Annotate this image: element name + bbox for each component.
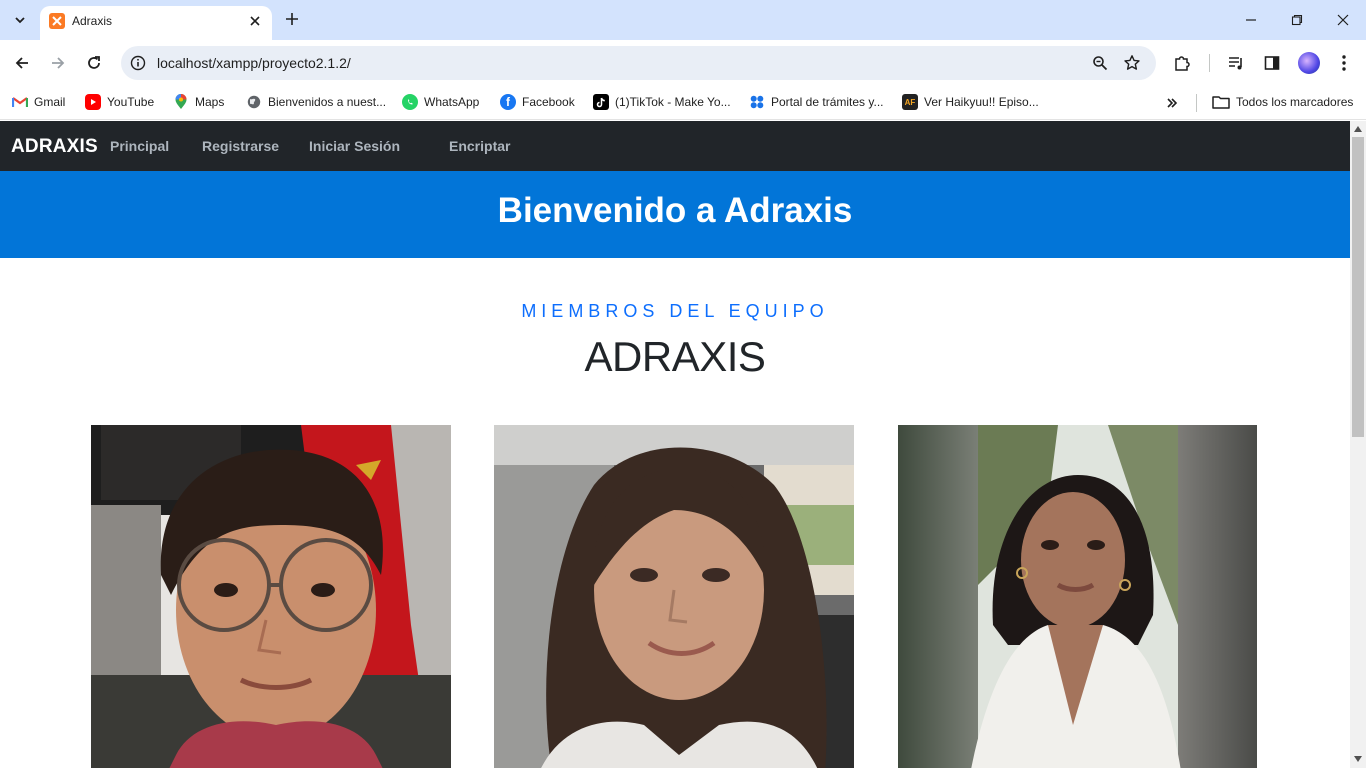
maps-icon bbox=[173, 94, 189, 110]
close-icon bbox=[1337, 14, 1349, 26]
bookmark-label: Ver Haikyuu!! Episo... bbox=[924, 95, 1039, 109]
media-controls-button[interactable] bbox=[1225, 52, 1247, 74]
whatsapp-icon bbox=[402, 94, 418, 110]
extensions-button[interactable] bbox=[1171, 52, 1193, 74]
back-button[interactable] bbox=[10, 51, 34, 75]
triangle-down-icon bbox=[1354, 756, 1362, 762]
side-panel-icon bbox=[1264, 56, 1280, 70]
info-icon bbox=[130, 55, 146, 71]
close-icon bbox=[250, 16, 260, 26]
team-member-photo-1 bbox=[91, 425, 451, 768]
bookmark-label: WhatsApp bbox=[424, 95, 480, 109]
toolbar-separator bbox=[1209, 54, 1210, 72]
tab-search-button[interactable] bbox=[8, 8, 32, 32]
animeflv-icon: AF bbox=[902, 94, 918, 110]
minimize-button[interactable] bbox=[1241, 10, 1261, 30]
folder-icon bbox=[1212, 94, 1230, 110]
double-chevron-right-icon bbox=[1167, 98, 1178, 108]
bookmarks-overflow-button[interactable] bbox=[1163, 94, 1181, 112]
reload-button[interactable] bbox=[82, 51, 106, 75]
music-queue-icon bbox=[1229, 57, 1242, 70]
forward-button[interactable] bbox=[46, 51, 70, 75]
arrow-right-icon bbox=[52, 57, 65, 69]
tab-close-button[interactable] bbox=[246, 12, 264, 30]
bookmark-facebook[interactable]: f Facebook bbox=[500, 92, 575, 112]
all-bookmarks-label: Todos los marcadores bbox=[1236, 95, 1354, 109]
more-vert-icon bbox=[1342, 55, 1346, 71]
nav-link-encriptar[interactable]: Encriptar bbox=[449, 138, 510, 154]
hero-banner: Bienvenido a Adraxis bbox=[0, 171, 1350, 258]
zoom-icon bbox=[1093, 56, 1108, 71]
youtube-icon bbox=[85, 94, 101, 110]
page-scrollbar[interactable] bbox=[1350, 121, 1366, 768]
facebook-icon: f bbox=[500, 94, 516, 110]
bookmark-youtube[interactable]: YouTube bbox=[85, 92, 154, 112]
bookmark-bienvenidos[interactable]: Bienvenidos a nuest... bbox=[246, 92, 386, 112]
team-section-title: ADRAXIS bbox=[584, 333, 766, 380]
bookmark-tiktok[interactable]: (1)TikTok - Make Yo... bbox=[593, 92, 731, 112]
reload-icon bbox=[88, 56, 100, 69]
team-member-photo-2 bbox=[494, 425, 854, 768]
plus-icon bbox=[286, 13, 298, 25]
bookmarks-bar: Gmail YouTube Maps Bienvenidos a nuest..… bbox=[0, 86, 1366, 120]
menu-button[interactable] bbox=[1333, 52, 1355, 74]
chevron-down-icon bbox=[15, 17, 25, 24]
bookmark-label: Facebook bbox=[522, 95, 575, 109]
tab-strip: Adraxis bbox=[0, 0, 1366, 40]
all-bookmarks-button[interactable]: Todos los marcadores bbox=[1212, 92, 1353, 112]
site-brand[interactable]: ADRAXIS bbox=[11, 136, 98, 158]
bookmark-portal[interactable]: Portal de trámites y... bbox=[749, 92, 883, 112]
nav-link-registrarse[interactable]: Registrarse bbox=[202, 138, 279, 154]
bookmark-label: YouTube bbox=[107, 95, 155, 109]
profile-avatar[interactable] bbox=[1298, 52, 1320, 74]
bookmark-maps[interactable]: Maps bbox=[173, 92, 224, 112]
zoom-button[interactable] bbox=[1090, 53, 1110, 73]
bookmark-label: Maps bbox=[195, 95, 225, 109]
bookmark-gmail[interactable]: Gmail bbox=[12, 92, 65, 112]
url-text: localhost/xampp/proyecto2.1.2/ bbox=[157, 55, 351, 71]
nav-link-principal[interactable]: Principal bbox=[110, 138, 169, 154]
portal-icon bbox=[749, 94, 765, 110]
new-tab-button[interactable] bbox=[282, 9, 302, 29]
puzzle-icon bbox=[1175, 56, 1190, 71]
tiktok-icon bbox=[593, 94, 609, 110]
page-viewport: ADRAXIS Principal Registrarse Iniciar Se… bbox=[0, 121, 1350, 768]
bookmark-label: (1)TikTok - Make Yo... bbox=[615, 95, 731, 109]
side-panel-button[interactable] bbox=[1261, 52, 1283, 74]
bookmark-star-button[interactable] bbox=[1122, 53, 1142, 73]
hero-title: Bienvenido a Adraxis bbox=[497, 191, 853, 230]
scroll-down-arrow[interactable] bbox=[1353, 754, 1363, 764]
bookmark-haikyuu[interactable]: AF Ver Haikyuu!! Episo... bbox=[902, 92, 1039, 112]
team-member-photo-3 bbox=[898, 425, 1257, 768]
scroll-up-arrow[interactable] bbox=[1353, 124, 1363, 134]
arrow-left-icon bbox=[15, 57, 28, 69]
xampp-favicon-icon bbox=[49, 13, 65, 29]
restore-icon bbox=[1291, 14, 1303, 26]
triangle-up-icon bbox=[1354, 126, 1362, 132]
tab-title: Adraxis bbox=[72, 14, 113, 28]
team-section-kicker: MIEMBROS DEL EQUIPO bbox=[521, 301, 829, 321]
restore-button[interactable] bbox=[1287, 10, 1307, 30]
browser-toolbar: localhost/xampp/proyecto2.1.2/ bbox=[0, 40, 1366, 86]
bookmark-label: Portal de trámites y... bbox=[771, 95, 884, 109]
site-navbar: ADRAXIS Principal Registrarse Iniciar Se… bbox=[0, 121, 1350, 171]
address-bar[interactable]: localhost/xampp/proyecto2.1.2/ bbox=[121, 46, 1156, 80]
close-window-button[interactable] bbox=[1333, 10, 1353, 30]
bookmark-whatsapp[interactable]: WhatsApp bbox=[402, 92, 479, 112]
bookmark-label: Gmail bbox=[34, 95, 66, 109]
site-info-button[interactable] bbox=[129, 54, 147, 72]
active-tab[interactable]: Adraxis bbox=[40, 6, 272, 40]
minimize-icon bbox=[1246, 19, 1256, 21]
scrollbar-thumb[interactable] bbox=[1352, 137, 1364, 437]
bookmark-label: Bienvenidos a nuest... bbox=[268, 95, 387, 109]
globe-icon bbox=[246, 94, 262, 110]
star-icon bbox=[1124, 55, 1140, 70]
nav-link-iniciar-sesion[interactable]: Iniciar Sesión bbox=[309, 138, 400, 154]
bookmarks-separator bbox=[1196, 94, 1197, 112]
gmail-icon bbox=[12, 94, 28, 110]
